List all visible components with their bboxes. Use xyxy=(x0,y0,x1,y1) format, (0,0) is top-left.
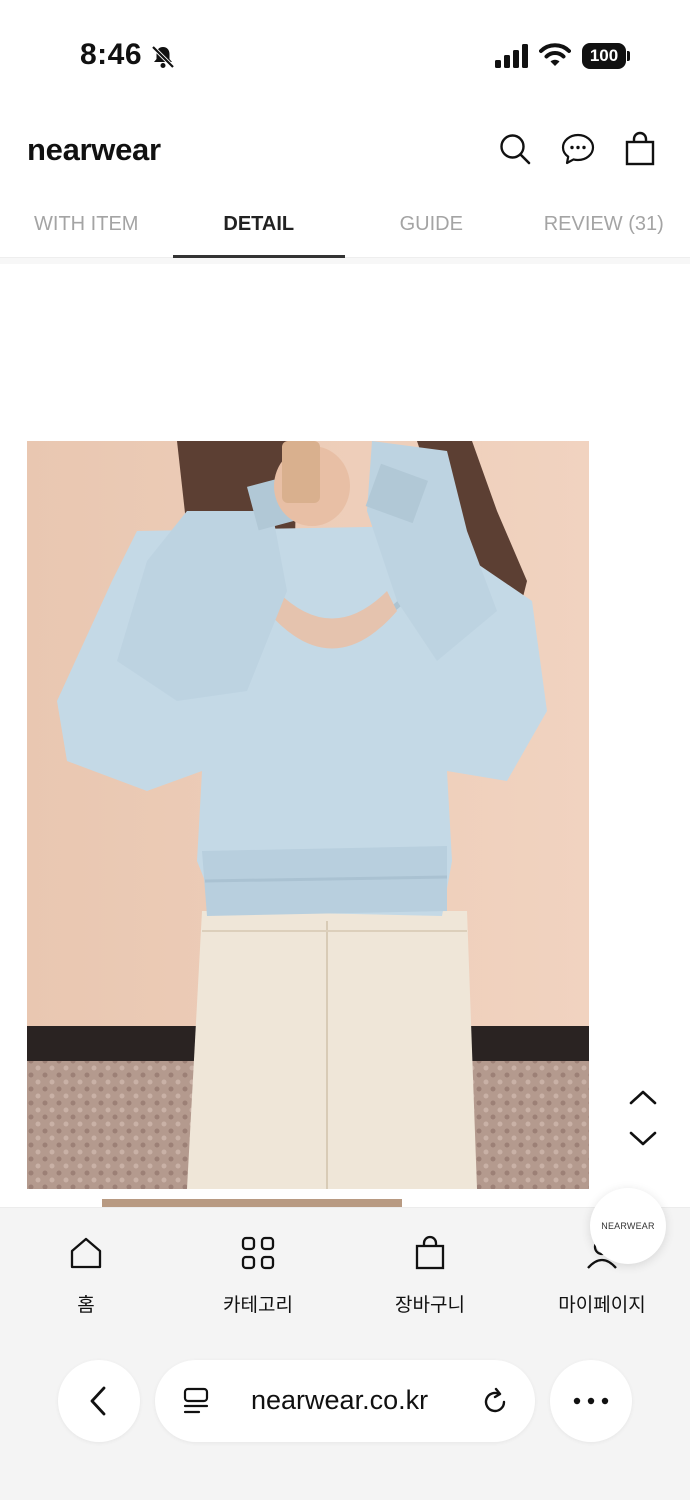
battery-icon: 100 xyxy=(582,43,630,69)
tab-guide[interactable]: GUIDE xyxy=(345,196,518,257)
signal-icon xyxy=(495,44,528,68)
more-dots-icon xyxy=(573,1397,609,1405)
chevron-left-icon xyxy=(90,1386,106,1416)
tab-with-item[interactable]: WITH ITEM xyxy=(0,196,173,257)
scroll-up-icon[interactable] xyxy=(624,1082,662,1112)
status-time: 8:46 xyxy=(80,38,143,71)
battery-level: 100 xyxy=(582,43,626,69)
address-bar[interactable]: nearwear.co.kr xyxy=(155,1360,535,1442)
search-icon[interactable] xyxy=(497,131,533,167)
app-header: nearwear xyxy=(0,118,690,188)
wifi-icon xyxy=(539,43,571,66)
address-url: nearwear.co.kr xyxy=(251,1385,429,1415)
bag-icon xyxy=(415,1235,445,1270)
reader-mode-icon[interactable] xyxy=(181,1386,211,1416)
tab-divider xyxy=(0,258,690,264)
browser-back-button[interactable] xyxy=(58,1360,140,1442)
reload-icon[interactable] xyxy=(479,1385,511,1417)
tab-detail[interactable]: DETAIL xyxy=(172,196,346,258)
nav-cart[interactable]: 장바구니 xyxy=(344,1208,516,1328)
chat-icon[interactable] xyxy=(560,131,596,167)
grid-icon xyxy=(241,1236,275,1270)
nav-category[interactable]: 카테고리 xyxy=(172,1208,344,1328)
home-icon xyxy=(70,1237,102,1269)
product-detail-image xyxy=(27,441,589,1189)
browser-more-button[interactable] xyxy=(550,1360,632,1442)
nearwear-floating-button[interactable]: NEARWEAR xyxy=(590,1188,666,1264)
nav-category-label: 카테고리 xyxy=(223,1294,293,1316)
bell-slash-icon xyxy=(151,45,175,69)
status-bar: 8:46 100 xyxy=(0,0,690,110)
nav-cart-label: 장바구니 xyxy=(395,1294,465,1316)
product-tabs: WITH ITEM DETAIL GUIDE REVIEW (31) xyxy=(0,196,690,258)
nav-home-label: 홈 xyxy=(77,1294,95,1316)
shopping-bag-icon[interactable] xyxy=(622,131,658,167)
scroll-down-icon[interactable] xyxy=(624,1124,662,1154)
nav-home[interactable]: 홈 xyxy=(0,1208,172,1328)
bottom-navigation: 홈 카테고리 장바구니 마이페이지 xyxy=(0,1207,690,1337)
tab-review[interactable]: REVIEW (31) xyxy=(518,196,690,257)
brand-logo[interactable]: nearwear xyxy=(27,132,161,168)
browser-toolbar: nearwear.co.kr xyxy=(0,1337,690,1500)
nav-mypage-label: 마이페이지 xyxy=(558,1294,646,1316)
